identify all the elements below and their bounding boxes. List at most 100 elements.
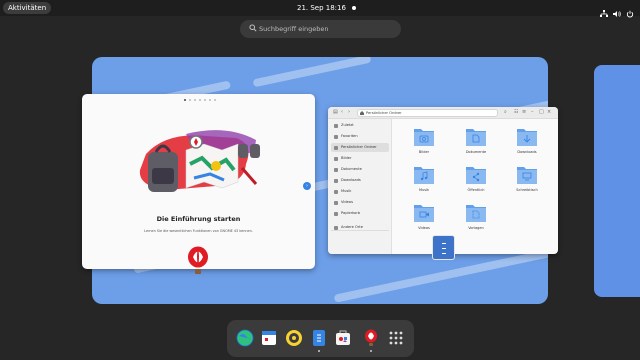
folder-videos-icon xyxy=(414,205,434,222)
notification-dot xyxy=(352,6,356,10)
rhythmbox-icon[interactable] xyxy=(285,329,303,347)
folder-public-icon xyxy=(466,167,486,184)
overview-screen: Aktivitäten 21. Sep 18:16 Suchbegriff ei… xyxy=(0,0,640,360)
page-dot[interactable] xyxy=(214,99,216,101)
folder-pictures-icon xyxy=(414,129,434,146)
home-icon xyxy=(334,145,338,150)
sidebar-item-label: Dokumente xyxy=(341,167,362,171)
search-entry[interactable] xyxy=(240,20,401,38)
folder-label: Dokumente xyxy=(465,150,487,154)
sidebar-toggle-icon[interactable]: ▤ xyxy=(333,110,338,115)
clock-icon xyxy=(334,123,338,128)
sidebar-item-label: Zuletzt xyxy=(341,123,354,127)
software-icon[interactable] xyxy=(334,329,352,347)
next-workspace-thumbnail[interactable] xyxy=(594,65,640,297)
sidebar-item-label: Favoriten xyxy=(341,134,358,138)
forward-icon[interactable]: › xyxy=(348,110,353,115)
sidebar-item-documents[interactable]: Dokumente xyxy=(331,165,389,174)
sidebar-item-label: Videos xyxy=(341,200,353,204)
back-icon[interactable]: ‹ xyxy=(341,110,346,115)
files-window[interactable]: ▤ ‹ › Persönlicher Ordner ⌕ ☷ ≡ – □ × Zu… xyxy=(328,107,558,254)
folder-public[interactable]: Öffentlich xyxy=(461,165,491,201)
folder-label: Vorlagen xyxy=(468,226,484,230)
folder-desktop[interactable]: Schreibtisch xyxy=(512,165,542,201)
page-dot[interactable] xyxy=(199,99,201,101)
plus-icon xyxy=(334,225,338,230)
folder-documents-icon xyxy=(466,129,486,146)
activities-button[interactable]: Aktivitäten xyxy=(3,2,52,14)
files-icon-line xyxy=(442,243,446,244)
folder-music-icon xyxy=(414,167,434,184)
sidebar-item-label: Musik xyxy=(341,189,352,193)
sidebar-item-trash[interactable]: Papierkorb xyxy=(331,209,389,218)
power-icon xyxy=(626,3,634,18)
page-dot[interactable] xyxy=(204,99,206,101)
web-browser-icon[interactable] xyxy=(236,329,254,347)
files-app-icon[interactable] xyxy=(432,235,455,260)
folder-label: Downloads xyxy=(517,150,537,154)
running-indicator xyxy=(370,350,372,352)
download-icon xyxy=(334,178,338,183)
sidebar-item-downloads[interactable]: Downloads xyxy=(331,176,389,185)
sidebar-item-label: Andere Orte xyxy=(341,225,363,229)
folder-documents[interactable]: Dokumente xyxy=(461,127,491,163)
page-dot[interactable] xyxy=(189,99,191,101)
trash-icon xyxy=(334,211,338,216)
dash xyxy=(227,320,414,357)
tour-subtitle: Lernen Sie die wesentlichen Funktionen v… xyxy=(144,229,253,233)
next-page-button[interactable]: › xyxy=(303,182,311,190)
network-icon xyxy=(600,3,608,17)
calendar-icon[interactable] xyxy=(260,329,278,347)
folder-label: Musik xyxy=(418,188,430,192)
home-icon xyxy=(360,111,364,115)
sidebar-item-other-locations[interactable]: Andere Orte xyxy=(331,223,389,232)
view-options-icon[interactable]: ☷ xyxy=(514,110,519,115)
close-icon[interactable]: × xyxy=(547,110,552,115)
path-bar[interactable]: Persönlicher Ordner xyxy=(357,109,498,117)
folder-label: Öffentlich xyxy=(467,188,485,192)
clock[interactable]: 21. Sep 18:16 xyxy=(297,2,346,14)
app-grid-icon[interactable] xyxy=(387,329,405,347)
sidebar-item-pictures[interactable]: Bilder xyxy=(331,154,389,163)
system-tray[interactable] xyxy=(600,3,634,18)
sidebar-item-home[interactable]: Persönlicher Ordner xyxy=(331,143,389,152)
folder-pictures[interactable]: Bilder xyxy=(409,127,439,163)
page-indicator[interactable] xyxy=(184,99,216,101)
files-icon-line xyxy=(442,253,446,254)
tour-app-icon[interactable] xyxy=(186,246,210,276)
sidebar-item-videos[interactable]: Videos xyxy=(331,198,389,207)
path-label: Persönlicher Ordner xyxy=(366,111,402,115)
folder-videos[interactable]: Videos xyxy=(409,203,439,239)
volume-icon xyxy=(613,3,621,17)
sidebar-item-label: Downloads xyxy=(341,178,361,182)
sidebar-item-favorites[interactable]: Favoriten xyxy=(331,132,389,141)
menu-icon[interactable]: ≡ xyxy=(522,110,527,115)
maximize-icon[interactable]: □ xyxy=(539,110,544,115)
folder-label: Bilder xyxy=(418,150,430,154)
document-icon xyxy=(334,167,338,172)
search-input[interactable] xyxy=(259,23,395,35)
search-icon xyxy=(249,24,257,32)
tour-icon[interactable] xyxy=(362,329,380,347)
page-dot[interactable] xyxy=(194,99,196,101)
tour-window[interactable]: › Die Einführung starten Lernen Sie die … xyxy=(82,94,315,269)
page-dot[interactable] xyxy=(209,99,211,101)
tour-title: Die Einführung starten xyxy=(156,215,241,223)
star-icon xyxy=(334,134,338,139)
files-icon-line xyxy=(442,248,446,249)
folder-music[interactable]: Musik xyxy=(409,165,439,201)
files-icon[interactable] xyxy=(310,329,328,347)
folder-downloads[interactable]: Downloads xyxy=(512,127,542,163)
folder-templates[interactable]: Vorlagen xyxy=(461,203,491,239)
minimize-icon[interactable]: – xyxy=(531,110,536,115)
folder-templates-icon xyxy=(466,205,486,222)
folder-downloads-icon xyxy=(517,129,537,146)
sidebar-item-recent[interactable]: Zuletzt xyxy=(331,121,389,130)
folder-desktop-icon xyxy=(517,167,537,184)
sidebar-item-label: Bilder xyxy=(341,156,352,160)
sidebar-item-music[interactable]: Musik xyxy=(331,187,389,196)
page-dot[interactable] xyxy=(184,99,186,101)
search-icon[interactable]: ⌕ xyxy=(504,110,509,115)
top-bar: Aktivitäten 21. Sep 18:16 xyxy=(0,0,640,18)
running-indicator xyxy=(318,350,320,352)
